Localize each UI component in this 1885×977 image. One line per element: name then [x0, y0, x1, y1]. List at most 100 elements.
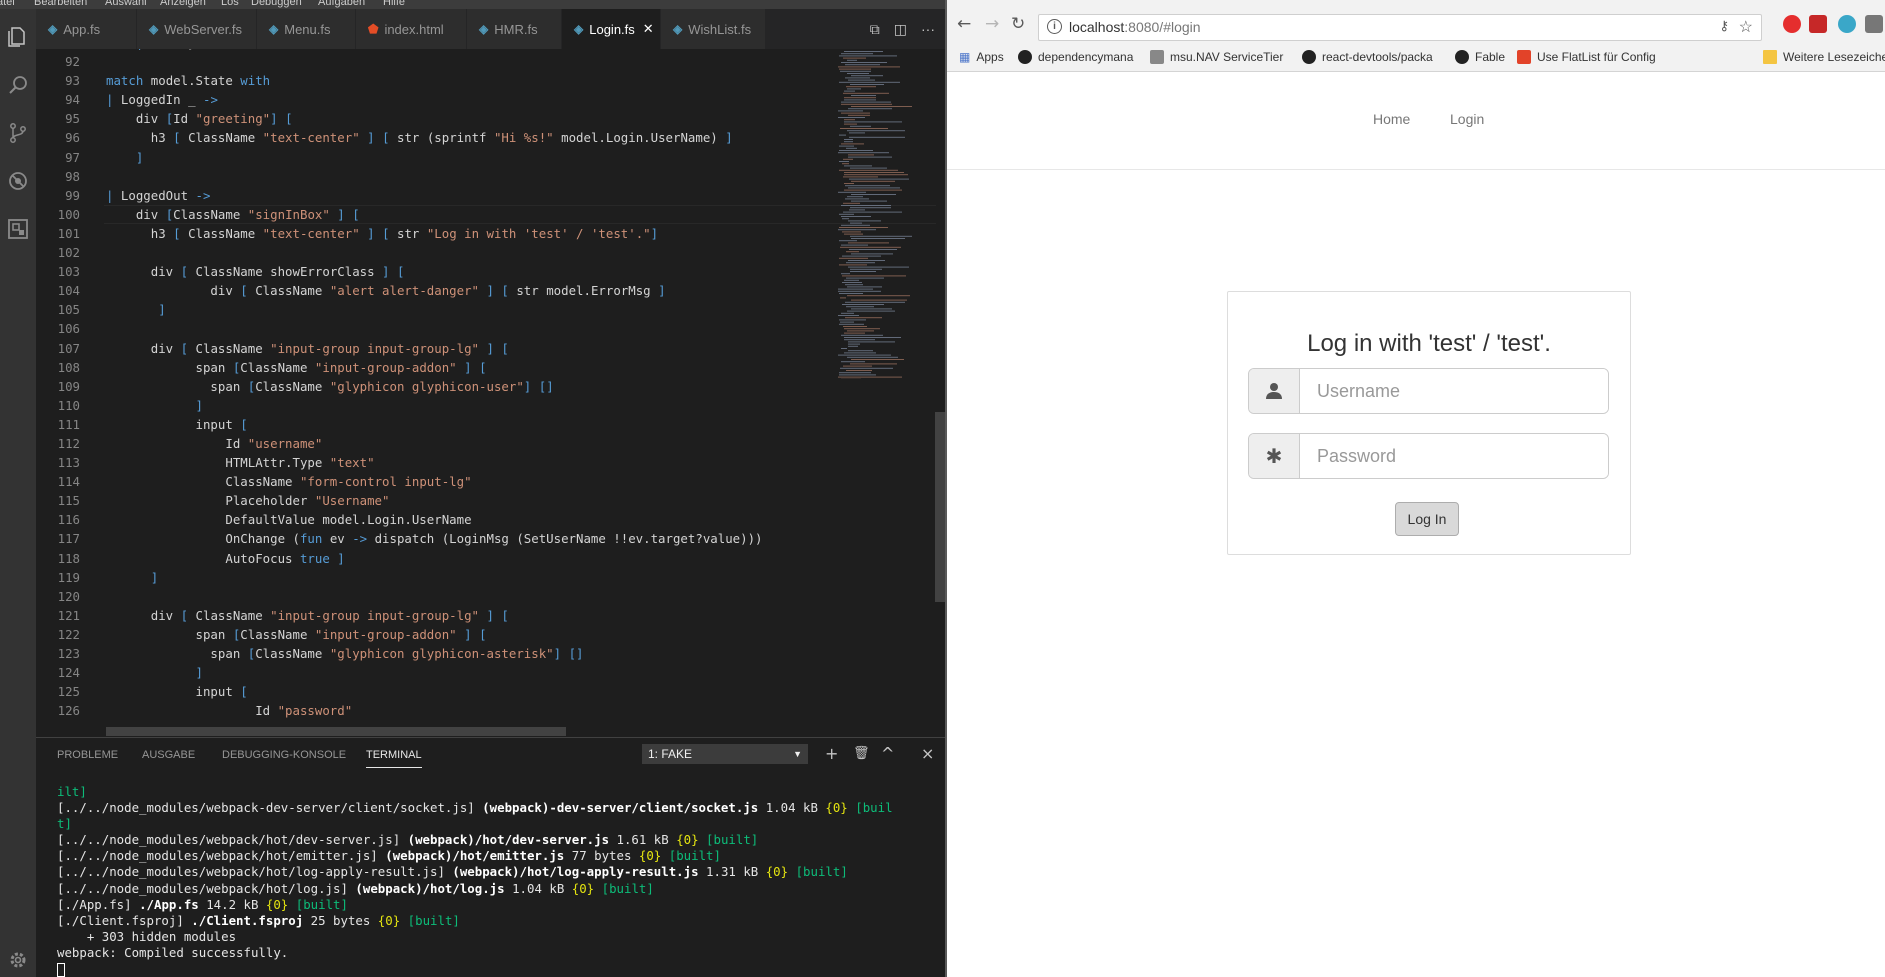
files-icon[interactable] [4, 23, 32, 51]
minimap-line [839, 134, 846, 136]
code-editor[interactable]: 91 |> OnKeyDown9293match model.State wit… [36, 49, 945, 737]
bookmark-react-devtools[interactable]: react-devtools/packa [1302, 50, 1433, 64]
login-button[interactable]: Log In [1395, 502, 1459, 536]
menu-file[interactable]: atei [0, 0, 15, 8]
menu-debug[interactable]: Debuggen [251, 0, 302, 8]
minimap-line [846, 370, 872, 371]
menu-help[interactable]: Hilfe [383, 0, 405, 8]
close-icon[interactable]: ✕ [643, 21, 654, 37]
more-icon[interactable]: ··· [921, 21, 935, 37]
bookmark-more[interactable]: Weitere Lesezeichen [1763, 50, 1885, 64]
username-input-group [1248, 368, 1609, 414]
new-terminal-button[interactable]: + [825, 744, 838, 764]
menu-bar: atei Bearbeiten Auswahl Anzeigen Los Deb… [0, 0, 945, 9]
tab-wishlist-fs[interactable]: ◈ WishList.fs [661, 9, 766, 49]
open-changes-icon[interactable]: ⧉ [870, 21, 880, 38]
line-number: 115 [57, 493, 80, 509]
tab-webserver-fs[interactable]: ◈ WebServer.fs [137, 9, 257, 49]
web-page: Home Login Log in with 'test' / 'test'. … [947, 72, 1885, 977]
code-text: DefaultValue model.Login.UserName [106, 512, 472, 528]
terminal-prompt[interactable] [57, 961, 937, 977]
bookmark-dependency[interactable]: dependencymana [1018, 50, 1133, 64]
info-icon[interactable]: i [1047, 19, 1062, 34]
minimap-line [844, 279, 859, 281]
extension-icon[interactable] [1838, 15, 1856, 33]
tab-menu-fs[interactable]: ◈ Menu.fs [257, 9, 356, 49]
menu-tasks[interactable]: Aufgaben [318, 0, 365, 8]
password-input[interactable] [1301, 434, 1608, 478]
tab-debug-console[interactable]: DEBUGGING-KONSOLE [222, 749, 346, 761]
minimap-line [847, 286, 882, 288]
debug-icon[interactable] [4, 167, 32, 195]
line-number: 122 [57, 626, 80, 642]
tab-output[interactable]: AUSGABE [142, 749, 195, 761]
minimap-line [850, 271, 876, 272]
code-line: 109 span [ClassName "glyphicon glyphicon… [36, 377, 836, 396]
line-number: 112 [57, 435, 80, 451]
menu-go[interactable]: Los [221, 0, 239, 8]
tab-index-html[interactable]: ⬟ index.html [356, 9, 467, 49]
editor-horizontal-scrollbar[interactable] [106, 727, 566, 736]
forward-icon[interactable]: → [985, 14, 999, 34]
tab-hmr-fs[interactable]: ◈ HMR.fs [467, 9, 562, 49]
tab-terminal[interactable]: TERMINAL [366, 749, 422, 768]
code-line: 98 [36, 167, 836, 186]
code-line: 116 DefaultValue model.Login.UserName [36, 510, 836, 529]
tab-login-fs[interactable]: ◈ Login.fs ✕ [562, 9, 661, 49]
sign-in-box: Log in with 'test' / 'test'. ✱ Log In [1227, 291, 1631, 555]
tab-app-fs[interactable]: ◈ App.fs [36, 9, 137, 49]
minimap-line [843, 211, 902, 213]
extensions-icon[interactable] [4, 215, 32, 243]
close-panel-button[interactable]: × [921, 744, 934, 764]
minimap-line [839, 240, 857, 242]
bookmark-msu-nav[interactable]: msu.NAV ServiceTier [1150, 50, 1283, 64]
minimap-line [842, 304, 884, 305]
minimap-line [838, 117, 865, 118]
extension-icon[interactable] [1809, 15, 1827, 33]
username-input[interactable] [1301, 369, 1608, 413]
source-control-icon[interactable] [4, 119, 32, 147]
line-number: 116 [57, 512, 80, 528]
reload-icon[interactable]: ↻ [1011, 14, 1025, 34]
terminal-output[interactable]: ilt] [../../node_modules/webpack-dev-serv… [57, 784, 937, 977]
split-editor-icon[interactable]: ◫ [894, 21, 907, 38]
bookmark-fable[interactable]: Fable [1455, 50, 1505, 64]
key-icon[interactable]: ⚷ [1719, 18, 1729, 34]
search-icon[interactable] [4, 71, 32, 99]
menu-selection[interactable]: Auswahl [105, 0, 147, 8]
terminal-select[interactable]: 1: FAKE ▼ [642, 744, 808, 764]
minimap-line [845, 77, 870, 79]
star-icon[interactable]: ☆ [1739, 17, 1753, 37]
address-bar[interactable]: i localhost:8080/#login ⚷ ☆ [1038, 14, 1762, 41]
maximize-panel-button[interactable]: ^ [881, 744, 894, 764]
minimap-line [843, 202, 860, 204]
nav-home-link[interactable]: Home [1373, 111, 1410, 127]
back-icon[interactable]: ← [957, 14, 971, 34]
minimap-line [844, 352, 876, 354]
page-icon [1150, 50, 1164, 64]
opera-extension-icon[interactable] [1783, 15, 1801, 33]
minimap[interactable] [836, 49, 936, 379]
extension-icon[interactable] [1865, 15, 1883, 33]
editor-vertical-scrollbar[interactable] [935, 412, 945, 602]
menu-view[interactable]: Anzeigen [160, 0, 206, 8]
minimap-line [846, 262, 875, 264]
bookmark-flatlist[interactable]: Use FlatList für Config [1517, 50, 1656, 64]
trash-icon[interactable]: 🗑 [853, 744, 870, 764]
code-line: 111 input [ [36, 415, 836, 434]
menu-edit[interactable]: Bearbeiten [34, 0, 87, 8]
line-number: 111 [57, 416, 80, 432]
gear-icon[interactable] [4, 946, 32, 974]
bookmark-apps[interactable]: ▦ Apps [959, 50, 1004, 64]
minimap-line [844, 233, 863, 235]
minimap-line [841, 62, 887, 63]
tab-problems[interactable]: PROBLEME [57, 749, 118, 761]
browser-toolbar: ← → ↻ i localhost:8080/#login ⚷ ☆ [947, 0, 1885, 46]
minimap-line [841, 103, 892, 105]
terminal-cursor [57, 962, 65, 977]
minimap-line [844, 337, 901, 338]
nav-login-link[interactable]: Login [1450, 111, 1484, 127]
minimap-line [848, 79, 875, 81]
minimap-line [843, 57, 866, 59]
minimap-line [841, 205, 891, 206]
